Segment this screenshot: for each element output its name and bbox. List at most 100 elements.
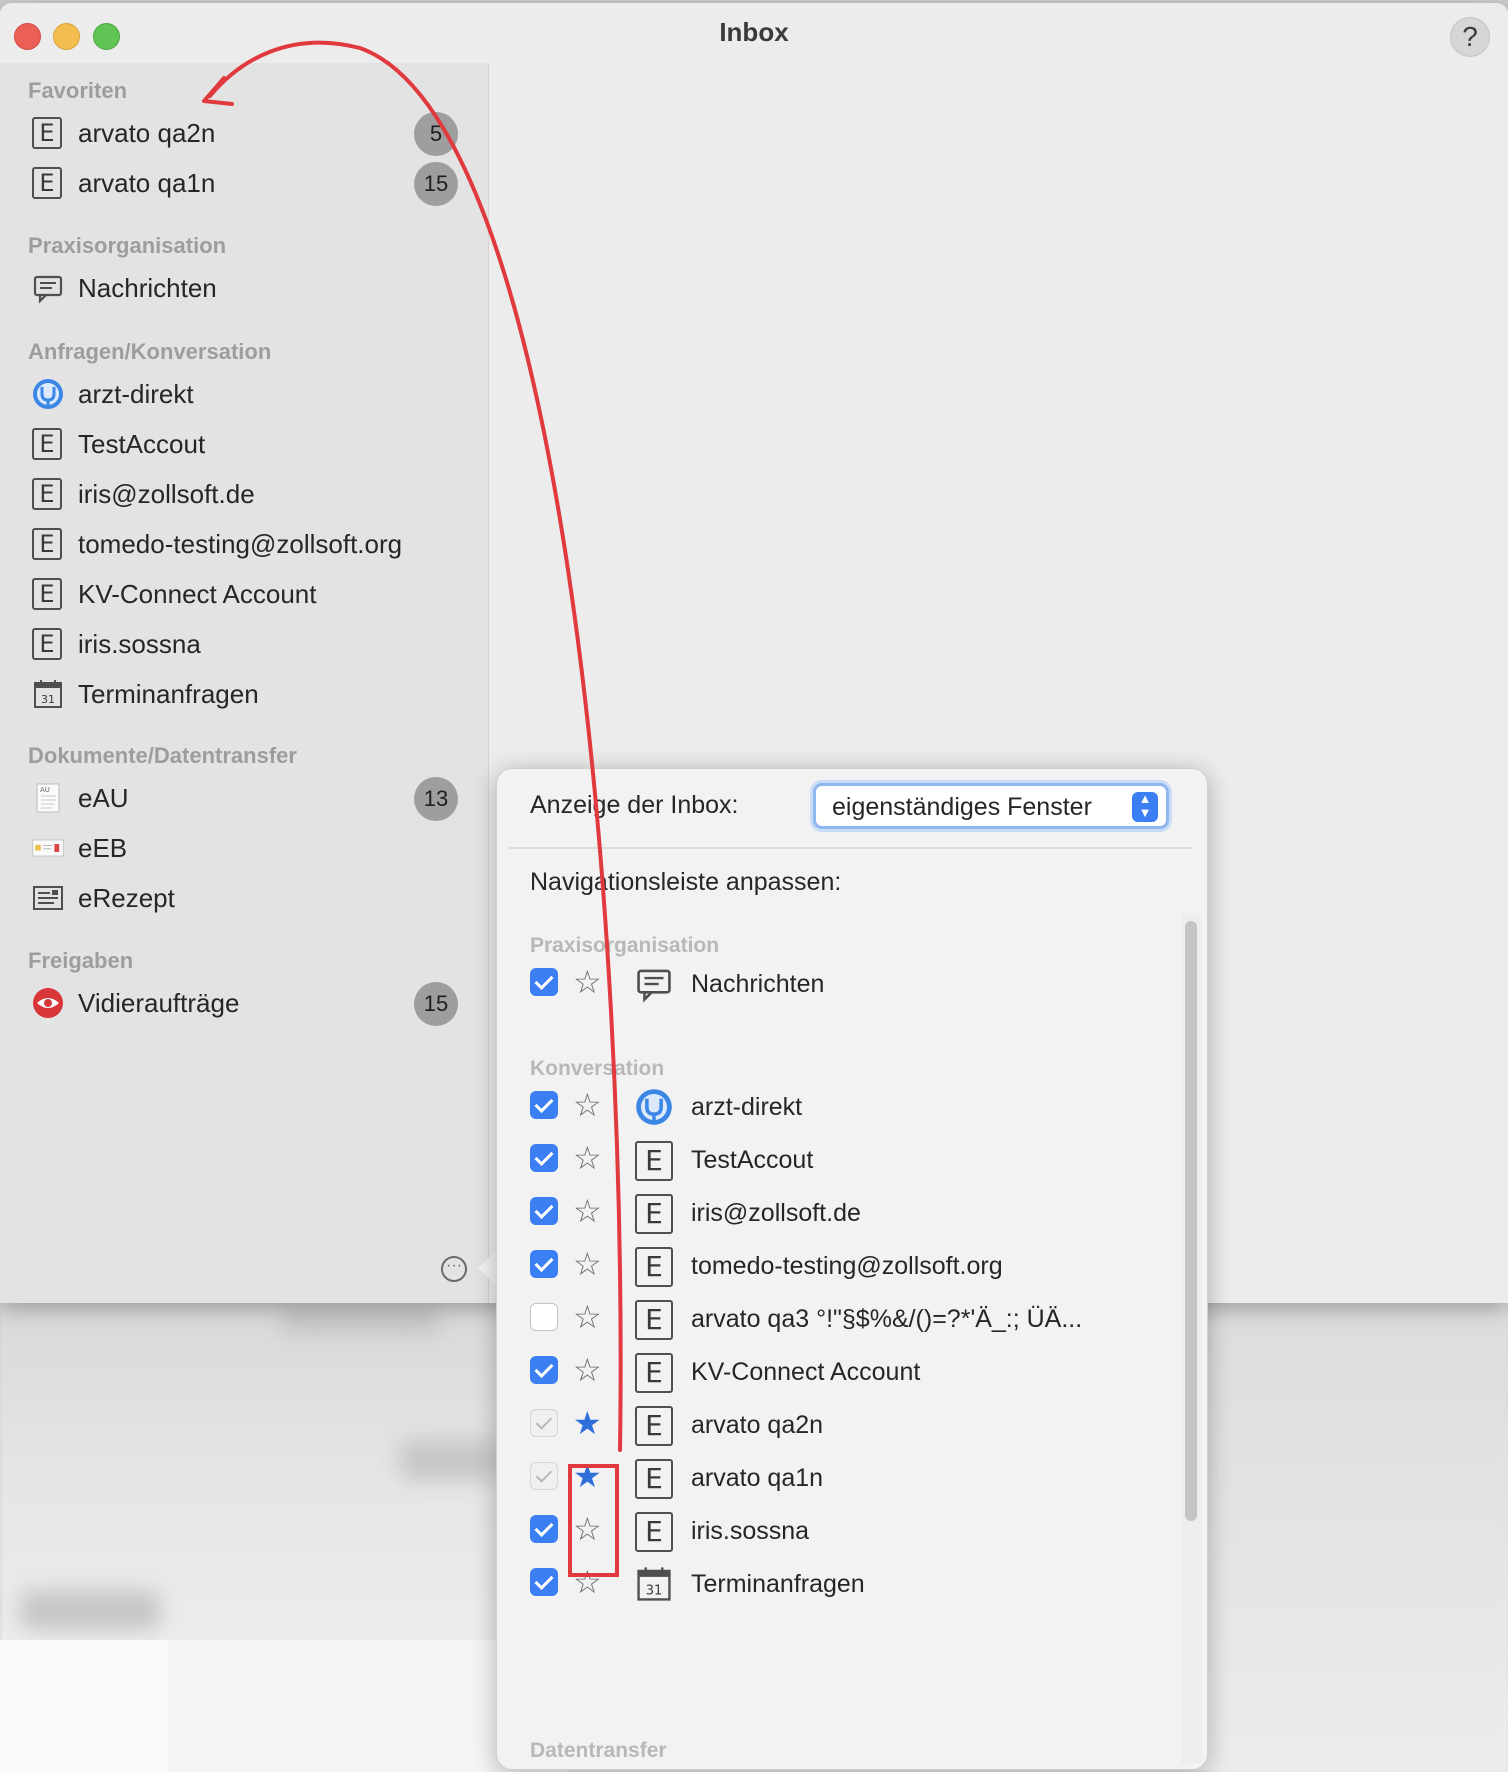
title-bar: Inbox ? (0, 3, 1508, 63)
sidebar-item-label: eEB (78, 833, 128, 863)
nav-row: ☆ Earvato qa3 °!"§$%&/()=?*'Ä_:; ÜÄ... (530, 1293, 1170, 1343)
visibility-checkbox[interactable] (530, 1303, 558, 1331)
star-outline-icon[interactable]: ☆ (573, 1564, 602, 1600)
sidebar-item-label: TestAccout (78, 429, 206, 459)
sidebar-item[interactable]: Etomedo-testing@zollsoft.org (28, 520, 458, 568)
e-box-icon: E (635, 1247, 673, 1287)
e-box-icon: E (32, 628, 64, 660)
visibility-checkbox[interactable] (530, 1091, 558, 1119)
document-icon: AU (32, 782, 64, 814)
nav-row: ☆ Nachrichten (530, 958, 1170, 1008)
nav-row-label: iris@zollsoft.de (691, 1199, 861, 1227)
visibility-checkbox[interactable] (530, 1197, 558, 1225)
display-mode-select[interactable]: eigenständiges Fenster ▲ ▼ (813, 783, 1169, 829)
sidebar-item-label: KV-Connect Account (78, 579, 317, 609)
sidebar-item[interactable]: Vidieraufträge 15 (28, 979, 458, 1027)
star-outline-icon[interactable]: ☆ (573, 1087, 602, 1123)
card-icon (32, 832, 64, 864)
prescription-icon (32, 882, 64, 914)
visibility-checkbox[interactable] (530, 1462, 558, 1490)
message-icon (32, 272, 64, 304)
sidebar-item[interactable]: Nachrichten (28, 264, 458, 312)
display-mode-value: eigenständiges Fenster (832, 793, 1092, 821)
sidebar-item[interactable]: E TestAccout (28, 420, 458, 468)
popover-section-header: Konversation (530, 1057, 665, 1080)
calendar-icon: 31 (635, 1565, 673, 1603)
sidebar-item-label: arvato qa1n (78, 168, 216, 198)
nav-row-label: Nachrichten (691, 970, 825, 998)
nav-row: ☆ E TestAccout (530, 1134, 1170, 1184)
nav-row-label: TestAccout (691, 1146, 814, 1174)
sidebar-item[interactable]: eRezept (28, 874, 458, 922)
nav-row-label: iris.sossna (691, 1517, 810, 1545)
star-filled-icon[interactable]: ★ (573, 1458, 602, 1494)
sidebar-item[interactable]: Earvato qa1n 15 (28, 159, 458, 207)
sidebar-section-header: Freigaben (28, 948, 134, 973)
background-blur (400, 1440, 500, 1480)
e-box-icon: E (32, 428, 64, 460)
e-box-icon: E (635, 1300, 673, 1340)
visibility-checkbox[interactable] (530, 968, 558, 996)
star-outline-icon[interactable]: ☆ (573, 1193, 602, 1229)
star-outline-icon[interactable]: ☆ (573, 1140, 602, 1176)
sidebar-section-header: Anfragen/Konversation (28, 339, 272, 364)
scrollbar[interactable] (1185, 921, 1197, 1521)
visibility-checkbox[interactable] (530, 1250, 558, 1278)
sidebar-item[interactable]: AU eAU 13 (28, 774, 458, 822)
stethoscope-icon (32, 378, 64, 410)
e-box-icon: E (635, 1406, 673, 1446)
sidebar-item[interactable]: Eiris.sossna (28, 620, 458, 668)
nav-row-label: arvato qa3 °!"§$%&/()=?*'Ä_:; ÜÄ... (691, 1305, 1083, 1333)
divider (509, 847, 1193, 849)
popover-section-header: Datentransfer (530, 1739, 667, 1762)
sidebar-item-label: eAU (78, 783, 129, 813)
sidebar-section-header: Favoriten (28, 78, 128, 103)
star-outline-icon[interactable]: ☆ (573, 1352, 602, 1388)
help-button[interactable]: ? (1450, 17, 1490, 57)
stethoscope-icon (635, 1088, 673, 1126)
nav-row: ☆ Eiris.sossna (530, 1505, 1170, 1555)
background-window (1210, 1300, 1508, 1772)
sidebar-item-label: iris@zollsoft.de (78, 479, 255, 509)
star-outline-icon[interactable]: ☆ (573, 1511, 602, 1547)
display-label: Anzeige der Inbox: (530, 791, 739, 819)
popover-arrow (478, 1248, 498, 1288)
sidebar-item[interactable]: eEB (28, 824, 458, 872)
e-box-icon: E (635, 1194, 673, 1234)
chevron-updown-icon: ▲ ▼ (1132, 792, 1158, 822)
sidebar-section-header: Praxisorganisation (28, 233, 227, 258)
visibility-checkbox[interactable] (530, 1144, 558, 1172)
nav-row: ☆ Eiris@zollsoft.de (530, 1187, 1170, 1237)
sidebar-item[interactable]: arzt-direkt (28, 370, 458, 418)
sidebar-item-label: tomedo-testing@zollsoft.org (78, 529, 403, 559)
visibility-checkbox[interactable] (530, 1515, 558, 1543)
nav-row: ☆ 31 Terminanfragen (530, 1558, 1170, 1608)
svg-text:AU: AU (40, 786, 50, 794)
nav-row-label: Terminanfragen (691, 1570, 865, 1598)
sidebar-item[interactable]: Earvato qa2n 5 (28, 109, 458, 157)
sidebar-item-label: Terminanfragen (78, 679, 259, 709)
e-box-icon: E (32, 167, 64, 199)
nav-row-label: tomedo-testing@zollsoft.org (691, 1252, 1003, 1280)
more-options-button[interactable]: ··· (441, 1256, 467, 1282)
visibility-checkbox[interactable] (530, 1409, 558, 1437)
visibility-checkbox[interactable] (530, 1568, 558, 1596)
calendar-icon: 31 (32, 678, 64, 710)
e-box-icon: E (32, 528, 64, 560)
sidebar-item-label: eRezept (78, 883, 175, 913)
star-outline-icon[interactable]: ☆ (573, 1246, 602, 1282)
star-outline-icon[interactable]: ☆ (573, 1299, 602, 1335)
window-title: Inbox (719, 17, 789, 47)
count-badge: 15 (414, 982, 458, 1026)
star-outline-icon[interactable]: ☆ (573, 964, 602, 1000)
e-box-icon: E (32, 578, 64, 610)
sidebar-item[interactable]: 31 Terminanfragen (28, 670, 458, 718)
star-filled-icon[interactable]: ★ (573, 1405, 602, 1441)
sidebar-item[interactable]: E KV-Connect Account (28, 570, 458, 618)
count-badge: 15 (414, 162, 458, 206)
count-badge: 13 (414, 777, 458, 821)
svg-text:31: 31 (646, 1584, 663, 1599)
sidebar-section-header: Dokumente/Datentransfer (28, 743, 297, 768)
visibility-checkbox[interactable] (530, 1356, 558, 1384)
sidebar-item[interactable]: Eiris@zollsoft.de (28, 470, 458, 518)
